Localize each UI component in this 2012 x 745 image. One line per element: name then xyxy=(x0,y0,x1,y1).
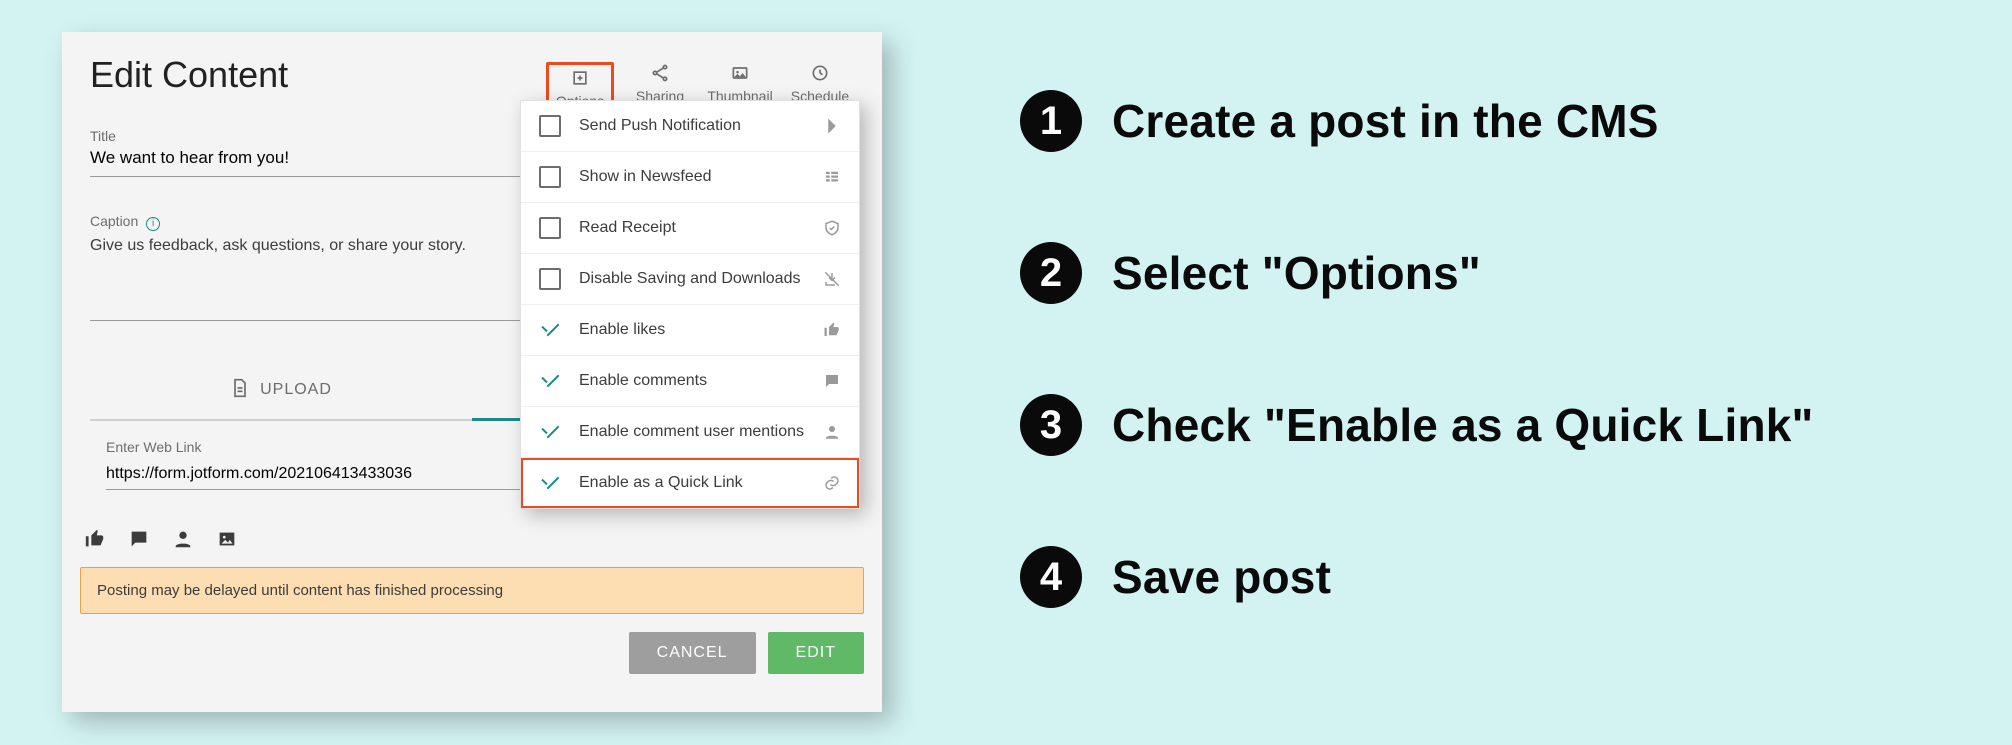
option-enable-likes[interactable]: Enable likes xyxy=(521,305,859,356)
checkmark-icon[interactable] xyxy=(539,421,561,443)
option-label: Enable likes xyxy=(579,321,665,339)
options-dropdown: Send Push Notification Show in Newsfeed Re… xyxy=(520,100,860,509)
comment-icon xyxy=(128,528,150,555)
step-number: 3 xyxy=(1020,394,1082,456)
option-enable-comment-user-mentions[interactable]: Enable comment user mentions xyxy=(521,407,859,458)
option-trailing-icon xyxy=(823,168,841,186)
status-icon-row xyxy=(62,504,882,563)
step-text: Save post xyxy=(1112,550,1331,604)
step-text: Check "Enable as a Quick Link" xyxy=(1112,398,1814,452)
share-icon xyxy=(626,62,694,84)
option-enable-as-a-quick-link[interactable]: Enable as a Quick Link xyxy=(521,458,859,508)
checkbox-icon[interactable] xyxy=(539,115,561,137)
step-4: 4 Save post xyxy=(1020,546,1920,608)
option-label: Enable comment user mentions xyxy=(579,423,804,441)
option-enable-comments[interactable]: Enable comments xyxy=(521,356,859,407)
cancel-button[interactable]: CANCEL xyxy=(629,632,756,674)
option-trailing-icon xyxy=(823,423,841,441)
step-1: 1 Create a post in the CMS xyxy=(1020,90,1920,152)
instruction-steps: 1 Create a post in the CMS 2 Select "Opt… xyxy=(1020,90,1920,698)
step-text: Create a post in the CMS xyxy=(1112,94,1659,148)
step-number: 4 xyxy=(1020,546,1082,608)
option-read-receipt[interactable]: Read Receipt xyxy=(521,203,859,254)
tab-label: UPLOAD xyxy=(260,381,332,399)
image-icon xyxy=(706,62,774,84)
option-label: Read Receipt xyxy=(579,219,676,237)
step-2: 2 Select "Options" xyxy=(1020,242,1920,304)
option-trailing-icon xyxy=(823,321,841,339)
option-trailing-icon xyxy=(823,219,841,237)
step-3: 3 Check "Enable as a Quick Link" xyxy=(1020,394,1920,456)
option-label: Enable comments xyxy=(579,372,707,390)
option-label: Disable Saving and Downloads xyxy=(579,270,800,288)
option-label: Enable as a Quick Link xyxy=(579,474,743,492)
picture-icon xyxy=(216,528,238,555)
option-trailing-icon xyxy=(823,474,841,492)
checkmark-icon[interactable] xyxy=(539,319,561,341)
edit-button[interactable]: EDIT xyxy=(768,632,864,674)
option-label: Show in Newsfeed xyxy=(579,168,712,186)
options-icon xyxy=(549,67,611,89)
file-icon xyxy=(230,378,250,403)
info-icon[interactable]: i xyxy=(146,217,160,231)
processing-notice: Posting may be delayed until content has… xyxy=(80,567,864,614)
step-number: 1 xyxy=(1020,90,1082,152)
checkbox-icon[interactable] xyxy=(539,166,561,188)
option-trailing-icon xyxy=(823,117,841,135)
tab-upload[interactable]: UPLOAD xyxy=(90,361,472,419)
user-icon xyxy=(172,528,194,555)
checkbox-icon[interactable] xyxy=(539,217,561,239)
option-trailing-icon xyxy=(823,270,841,288)
step-number: 2 xyxy=(1020,242,1082,304)
action-buttons: CANCEL EDIT xyxy=(62,618,882,688)
option-show-in-newsfeed[interactable]: Show in Newsfeed xyxy=(521,152,859,203)
thumbs-up-icon xyxy=(84,528,106,555)
checkmark-icon[interactable] xyxy=(539,472,561,494)
step-text: Select "Options" xyxy=(1112,246,1481,300)
checkbox-icon[interactable] xyxy=(539,268,561,290)
option-disable-saving-and-downloads[interactable]: Disable Saving and Downloads xyxy=(521,254,859,305)
option-trailing-icon xyxy=(823,372,841,390)
option-send-push-notification[interactable]: Send Push Notification xyxy=(521,101,859,152)
option-label: Send Push Notification xyxy=(579,117,741,135)
checkmark-icon[interactable] xyxy=(539,370,561,392)
clock-icon xyxy=(786,62,854,84)
caption-label-text: Caption xyxy=(90,213,138,229)
